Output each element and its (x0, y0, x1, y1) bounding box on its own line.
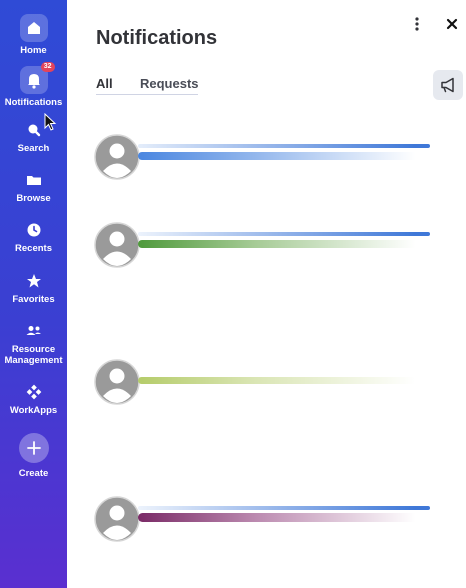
tab-all[interactable]: All (96, 76, 140, 95)
nav-resource-management[interactable]: Resource Management (0, 321, 67, 366)
workapps-icon (24, 382, 44, 402)
nav-workapps-label: WorkApps (9, 405, 58, 416)
nav-recents[interactable]: Recents (0, 220, 67, 254)
avatar-icon (94, 134, 140, 180)
avatar-icon (94, 496, 140, 542)
nav-workapps[interactable]: WorkApps (0, 382, 67, 416)
folder-icon (24, 170, 44, 190)
notifications-badge: 32 (40, 62, 55, 72)
nav-search-label: Search (17, 143, 50, 154)
nav-favorites[interactable]: Favorites (0, 271, 67, 305)
megaphone-icon (441, 77, 454, 93)
people-icon (24, 321, 44, 341)
notification-item[interactable] (94, 222, 430, 268)
nav-home[interactable]: Home (0, 14, 67, 56)
nav-notifications[interactable]: 32 Notifications (0, 62, 67, 108)
search-icon (24, 120, 44, 140)
avatar-icon (94, 359, 140, 405)
mouse-cursor-icon (44, 113, 57, 131)
notification-item[interactable] (94, 134, 430, 180)
panel-title: Notifications (96, 27, 218, 49)
notification-item[interactable] (94, 496, 430, 542)
home-icon (19, 14, 48, 42)
nav-notifications-label: Notifications (4, 97, 63, 108)
star-icon (24, 271, 44, 291)
more-vertical-icon (415, 17, 419, 31)
nav-create[interactable]: Create (0, 433, 67, 479)
notification-loading-bar (138, 377, 430, 384)
nav-recents-label: Recents (15, 243, 52, 254)
notification-item[interactable] (94, 359, 430, 405)
nav-home-label: Home (20, 45, 47, 56)
nav-resource-label-2: Management (4, 355, 63, 366)
more-options-button[interactable] (408, 13, 426, 35)
notification-loading-bar (138, 506, 430, 510)
close-icon (446, 18, 458, 30)
notification-loading-bar (138, 232, 430, 236)
nav-browse-label: Browse (16, 193, 51, 204)
close-button[interactable] (443, 13, 461, 35)
notification-loading-bar (138, 152, 430, 160)
plus-icon (18, 433, 49, 463)
tab-requests[interactable]: Requests (140, 76, 199, 95)
nav-favorites-label: Favorites (12, 294, 55, 305)
notification-loading-bar (138, 240, 430, 248)
nav-browse[interactable]: Browse (0, 170, 67, 204)
left-navigation-rail: Home 32 Notifications Search Browse Rece… (0, 0, 67, 588)
bell-icon: 32 (19, 62, 55, 94)
clock-icon (24, 220, 44, 240)
avatar-icon (94, 222, 140, 268)
nav-resource-label-1: Resource (11, 344, 56, 355)
notification-loading-bar (138, 144, 430, 148)
announcements-button[interactable] (433, 70, 463, 100)
nav-create-label: Create (18, 468, 49, 479)
notification-loading-bar (138, 513, 430, 522)
